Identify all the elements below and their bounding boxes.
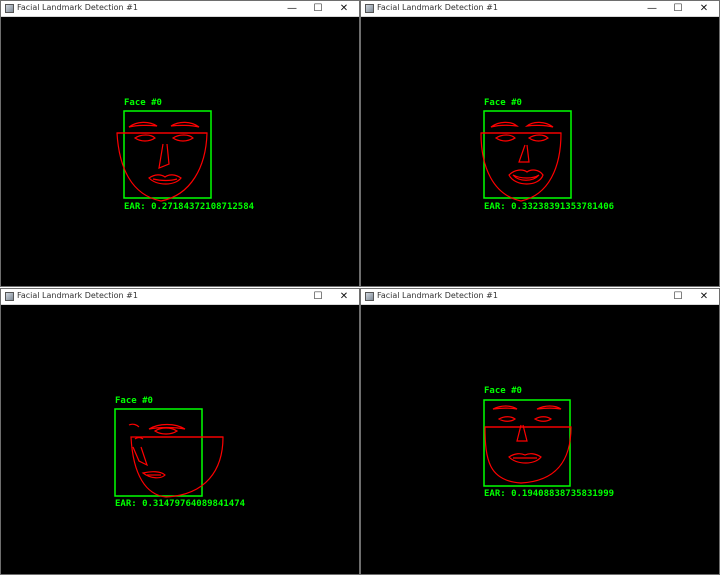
right-eye	[153, 427, 179, 435]
face-label: Face #0	[484, 386, 522, 396]
right-eye	[533, 416, 553, 422]
window-title: Facial Landmark Detection #1	[377, 3, 498, 12]
close-button[interactable]: ✕	[331, 1, 357, 16]
window-title-bar[interactable]: Facial Landmark Detection #1 — ☐ ✕	[1, 1, 359, 17]
left-eyebrow	[492, 405, 518, 410]
window-title: Facial Landmark Detection #1	[17, 3, 138, 12]
facial-landmarks	[484, 405, 572, 484]
left-eye	[494, 134, 516, 142]
right-eyebrow	[170, 121, 200, 128]
close-button[interactable]: ✕	[331, 289, 357, 304]
landmark-window-1[interactable]: Facial Landmark Detection #1 — ☐ ✕ Face …	[0, 0, 360, 287]
landmark-overlay	[114, 408, 224, 498]
close-button[interactable]: ✕	[691, 289, 717, 304]
right-eyebrow	[524, 121, 554, 128]
app-icon	[365, 4, 374, 13]
app-icon	[5, 4, 14, 13]
window-title: Facial Landmark Detection #1	[377, 291, 498, 300]
ear-value: EAR: 0.31479764089841474	[115, 499, 246, 509]
left-eye	[133, 134, 156, 142]
mouth-outer	[508, 169, 544, 185]
facial-landmarks	[128, 423, 224, 498]
nose	[518, 144, 530, 163]
facial-landmarks	[480, 121, 562, 202]
mouth-inner	[152, 178, 178, 182]
right-eye	[527, 134, 549, 142]
nose	[158, 143, 170, 169]
ear-value: EAR: 0.19408838735831999	[484, 489, 615, 499]
video-frame: Face #0 EAR: 0.31479764089841474	[1, 305, 359, 574]
face-label: Face #0	[124, 98, 162, 108]
window-title: Facial Landmark Detection #1	[17, 291, 138, 300]
face-detection-box	[483, 399, 571, 487]
face-label: Face #0	[115, 396, 153, 406]
maximize-button[interactable]: ☐	[665, 289, 691, 304]
app-icon	[365, 292, 374, 301]
window-title-bar[interactable]: Facial Landmark Detection #1 ☐ ✕	[1, 289, 359, 305]
window-title-bar[interactable]: Facial Landmark Detection #1 ☐ ✕	[361, 289, 719, 305]
right-eyebrow	[536, 405, 562, 410]
video-frame: Face #0 EAR: 0.19408838735831999	[361, 305, 719, 574]
maximize-button[interactable]: ☐	[665, 1, 691, 16]
maximize-button[interactable]: ☐	[305, 289, 331, 304]
ear-value: EAR: 0.27184372108712584	[124, 202, 255, 212]
landmark-window-2[interactable]: Facial Landmark Detection #1 — ☐ ✕ Face …	[360, 0, 720, 287]
facial-landmarks	[116, 121, 208, 202]
left-eyebrow	[490, 121, 519, 128]
close-button[interactable]: ✕	[691, 1, 717, 16]
left-eye	[497, 416, 517, 422]
jaw-outline	[484, 426, 572, 484]
left-eyebrow	[128, 423, 140, 428]
minimize-button[interactable]	[639, 289, 665, 304]
app-icon	[5, 292, 14, 301]
minimize-button[interactable]: —	[639, 1, 665, 16]
jaw-outline	[130, 436, 224, 498]
mouth-inner	[512, 174, 540, 181]
window-title-bar[interactable]: Facial Landmark Detection #1 — ☐ ✕	[361, 1, 719, 17]
landmark-overlay	[480, 110, 572, 202]
video-frame: Face #0 EAR: 0.33238391353781406	[361, 17, 719, 286]
minimize-button[interactable]	[279, 289, 305, 304]
right-eye	[171, 134, 194, 142]
maximize-button[interactable]: ☐	[305, 1, 331, 16]
left-eyebrow	[128, 121, 158, 128]
landmark-window-3[interactable]: Facial Landmark Detection #1 ☐ ✕ Face #0…	[0, 288, 360, 575]
landmark-window-4[interactable]: Facial Landmark Detection #1 ☐ ✕ Face #0…	[360, 288, 720, 575]
minimize-button[interactable]: —	[279, 1, 305, 16]
jaw-outline	[480, 132, 562, 202]
face-detection-box	[114, 408, 203, 497]
face-label: Face #0	[484, 98, 522, 108]
landmark-overlay	[116, 110, 212, 202]
landmark-overlay	[483, 399, 572, 487]
ear-value: EAR: 0.33238391353781406	[484, 202, 615, 212]
left-eye	[134, 436, 144, 440]
video-frame: Face #0 EAR: 0.27184372108712584	[1, 17, 359, 286]
